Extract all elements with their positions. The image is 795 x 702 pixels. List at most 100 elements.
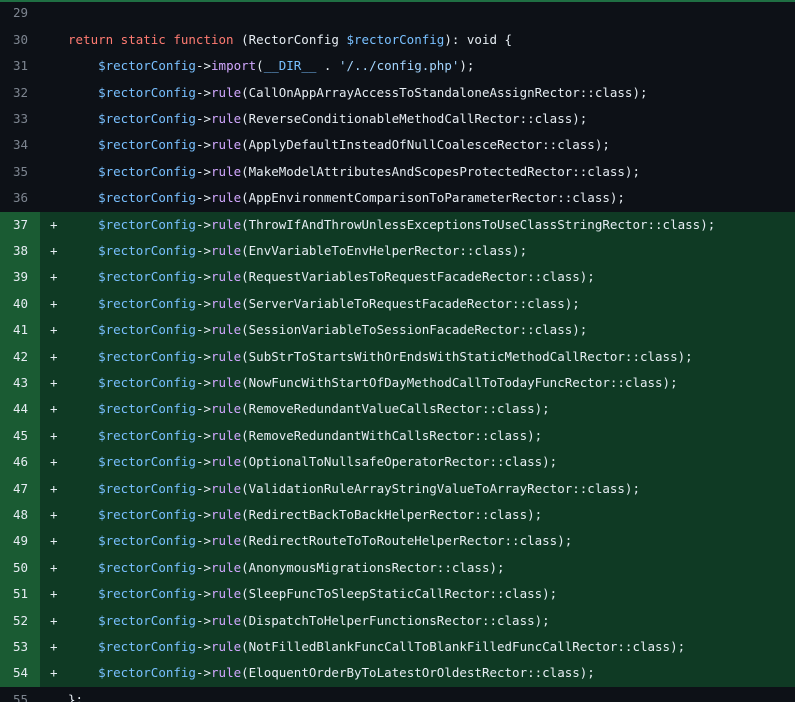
line-number[interactable]: 36 [0, 185, 28, 211]
code-token: rule [211, 665, 242, 681]
line-number[interactable]: 34 [0, 132, 28, 158]
code-token: rule [211, 190, 242, 206]
diff-marker: + [50, 348, 58, 364]
code-token: -> [195, 507, 212, 522]
line-number[interactable]: 52 [0, 608, 28, 634]
line-number[interactable]: 33 [0, 106, 28, 132]
context-line: 36 $rectorConfig->rule(AppEnvironmentCom… [0, 185, 795, 211]
added-line: 54 + $rectorConfig->rule(EloquentOrderByT… [0, 660, 795, 687]
added-line: 48 + $rectorConfig->rule(RedirectBackToBa… [0, 502, 795, 529]
code-token: $rectorConfig [98, 137, 196, 153]
line-number[interactable]: 37 [0, 212, 28, 238]
code-text: $rectorConfig->rule(MakeModelAttributesA… [68, 159, 640, 185]
code-token: (OptionalToNullsafeOperatorRector::class… [241, 454, 558, 470]
diff-marker: + [50, 559, 58, 575]
code-text: return static function (RectorConfig $re… [68, 27, 512, 53]
diff-marker: + [50, 507, 58, 522]
code-token: -> [195, 427, 212, 443]
line-number[interactable]: 40 [0, 291, 28, 317]
code-text: $rectorConfig->rule(RedirectBackToBackHe… [68, 502, 542, 528]
code-token: (DispatchToHelperFunctionsRector::class)… [241, 612, 550, 628]
line-number[interactable]: 38 [0, 238, 28, 264]
line-number[interactable]: 54 [0, 660, 28, 686]
code-token: rule [211, 243, 242, 258]
code-token: -> [195, 665, 212, 681]
line-number[interactable]: 51 [0, 581, 28, 607]
code-token: }; [68, 691, 84, 702]
line-number[interactable]: 32 [0, 80, 28, 106]
line-number[interactable]: 35 [0, 159, 28, 185]
code-token: -> [195, 322, 212, 338]
code-token: rule [211, 348, 242, 364]
diff-marker: + [50, 586, 58, 602]
added-line: 45 + $rectorConfig->rule(RemoveRedundantW… [0, 422, 795, 450]
code-token: (SessionVariableToSessionFacadeRector::c… [241, 322, 588, 338]
code-token: -> [195, 401, 212, 417]
code-token: rule [211, 454, 242, 470]
code-token: $rectorConfig [98, 401, 196, 417]
line-number[interactable]: 43 [0, 370, 28, 396]
line-number[interactable]: 45 [0, 423, 28, 449]
code-token: -> [195, 559, 212, 575]
code-token: -> [195, 295, 212, 311]
code-token: $rectorConfig [98, 295, 196, 311]
line-number[interactable]: 48 [0, 502, 28, 528]
code-token: -> [195, 533, 212, 549]
code-token: -> [195, 111, 212, 126]
code-token: $rectorConfig [98, 427, 196, 443]
line-number[interactable]: 30 [0, 27, 28, 53]
code-text: $rectorConfig->rule(DispatchToHelperFunc… [68, 608, 550, 634]
code-token: rule [211, 533, 242, 549]
line-number[interactable]: 44 [0, 396, 28, 422]
code-token: rule [211, 559, 242, 575]
added-line: 46 + $rectorConfig->rule(OptionalToNullsa… [0, 449, 795, 476]
line-number[interactable]: 53 [0, 634, 28, 660]
code-token: (RequestVariablesToRequestFacadeRector::… [241, 269, 595, 285]
code-token: (RemoveRedundantWithCallsRector::class); [241, 427, 543, 443]
code-token: $rectorConfig [346, 31, 445, 47]
line-number[interactable]: 42 [0, 344, 28, 370]
line-number[interactable]: 39 [0, 264, 28, 290]
code-token: (SleepFuncToSleepStaticCallRector::class… [241, 586, 558, 602]
line-number[interactable]: 29 [0, 0, 28, 26]
context-line: 29 [0, 0, 795, 26]
line-number[interactable]: 31 [0, 53, 28, 79]
code-token: . [316, 58, 339, 74]
code-token: $rectorConfig [98, 269, 196, 285]
context-line: 32 $rectorConfig->rule(CallOnAppArrayAcc… [0, 80, 795, 106]
added-line: 37 + $rectorConfig->rule(ThrowIfAndThrowU… [0, 211, 795, 238]
code-token: rule [211, 295, 242, 311]
code-token: -> [195, 612, 212, 628]
code-text: $rectorConfig->import(__DIR__ . '/../con… [68, 53, 474, 79]
code-token: '/../config.php' [338, 58, 460, 74]
line-number[interactable]: 41 [0, 317, 28, 343]
line-number[interactable]: 49 [0, 528, 28, 554]
code-text: $rectorConfig->rule(EnvVariableToEnvHelp… [68, 238, 527, 264]
code-token: -> [195, 269, 212, 285]
code-token: $rectorConfig [98, 216, 196, 232]
diff-marker: + [50, 401, 58, 417]
code-text: $rectorConfig->rule(OptionalToNullsafeOp… [68, 449, 557, 475]
code-token: $rectorConfig [98, 322, 196, 338]
code-token: rule [211, 163, 242, 179]
code-token: $rectorConfig [98, 375, 196, 390]
code-token: ( [256, 58, 264, 74]
line-number[interactable]: 46 [0, 449, 28, 475]
code-text: $rectorConfig->rule(SleepFuncToSleepStat… [68, 581, 557, 607]
line-number[interactable]: 47 [0, 476, 28, 502]
code-token: $rectorConfig [98, 84, 196, 100]
line-number[interactable]: 50 [0, 555, 28, 581]
code-token: rule [211, 401, 242, 417]
line-number[interactable]: 55 [0, 687, 28, 702]
code-token: -> [195, 137, 212, 153]
